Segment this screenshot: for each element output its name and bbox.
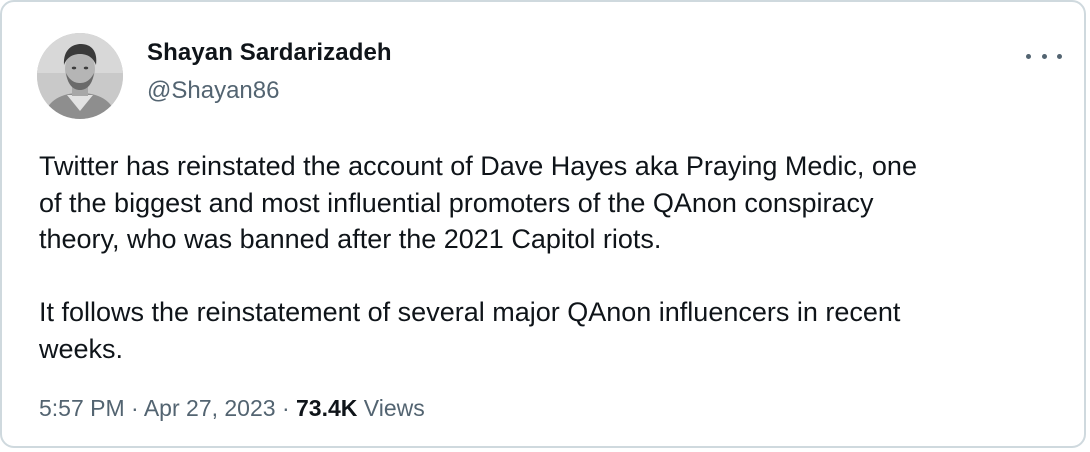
tweet-text: Twitter has reinstated the account of Da…	[39, 148, 1069, 367]
more-dot	[1026, 53, 1031, 59]
tweet-meta: 5:57 PM · Apr 27, 2023 · 73.4K Views	[39, 395, 425, 422]
tweet-paragraph-1: Twitter has reinstated the account of Da…	[39, 151, 917, 254]
profile-photo-icon	[37, 33, 123, 119]
views-count[interactable]: 73.4K	[296, 395, 357, 421]
tweet-card[interactable]: Shayan Sardarizadeh @Shayan86 Twitter ha…	[0, 0, 1086, 448]
tweet-time[interactable]: 5:57 PM	[39, 395, 125, 421]
author-handle[interactable]: @Shayan86	[147, 77, 279, 105]
more-dot	[1057, 53, 1062, 59]
tweet-paragraph-2: It follows the reinstatement of several …	[39, 297, 901, 364]
more-options-icon[interactable]	[1026, 46, 1062, 66]
avatar[interactable]	[37, 33, 123, 119]
views-label: Views	[363, 395, 425, 421]
tweet-date[interactable]: Apr 27, 2023	[144, 395, 276, 421]
more-dot	[1041, 53, 1047, 59]
author-name[interactable]: Shayan Sardarizadeh	[147, 39, 392, 67]
meta-separator: ·	[131, 395, 139, 421]
meta-separator: ·	[281, 395, 290, 421]
